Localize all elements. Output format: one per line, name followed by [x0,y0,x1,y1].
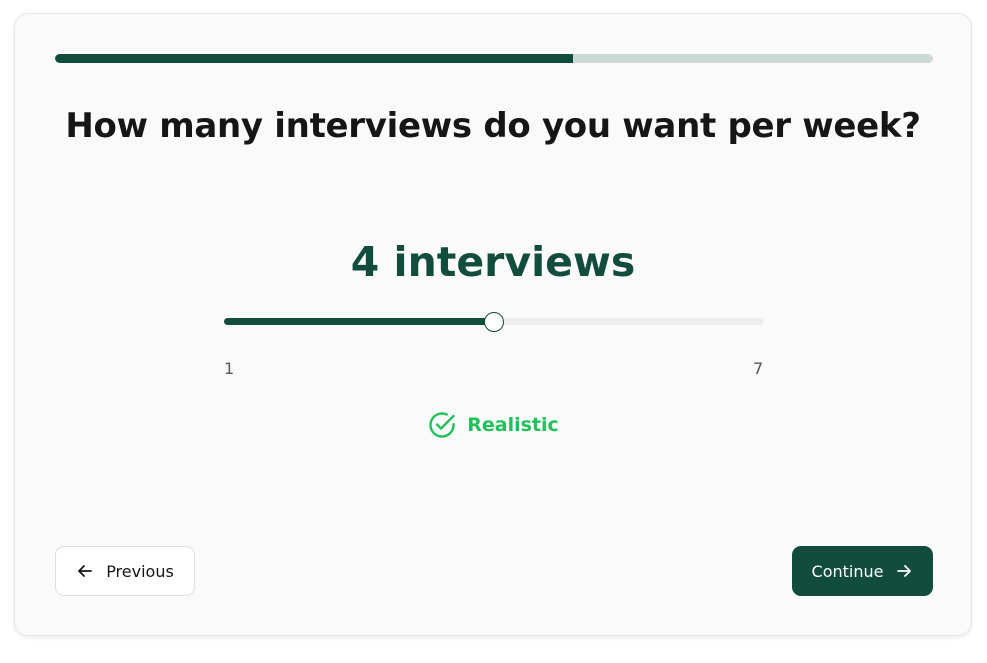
progress-bar [55,54,933,63]
slider-thumb[interactable] [484,311,504,332]
slider-max-label: 7 [753,359,764,378]
slider-value-display: 4 interviews [350,238,636,286]
slider-fill [224,318,494,325]
question-title: How many interviews do you want per week… [65,106,921,146]
previous-button[interactable]: Previous [55,546,195,596]
continue-button-label: Continue [811,561,884,581]
question-card: How many interviews do you want per week… [14,13,972,636]
previous-button-label: Previous [106,561,174,581]
interviews-slider[interactable] [224,311,764,332]
continue-button[interactable]: Continue [792,546,933,596]
check-circle-icon [427,410,457,440]
arrow-right-icon [895,562,913,580]
status-label: Realistic [467,414,559,436]
slider-min-label: 1 [224,359,235,378]
feasibility-status: Realistic [15,410,971,440]
arrow-left-icon [76,562,94,580]
progress-bar-fill [55,54,574,63]
